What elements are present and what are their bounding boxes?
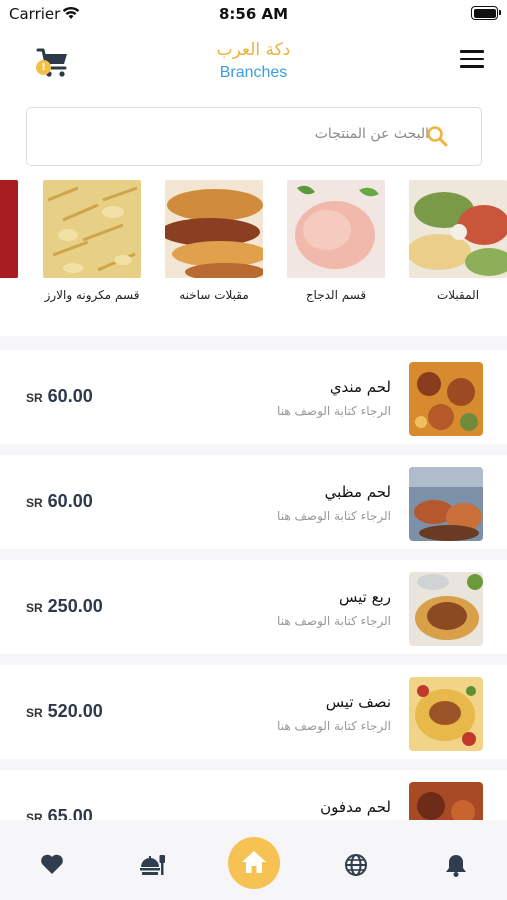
search-section — [0, 98, 507, 178]
home-icon — [242, 851, 266, 873]
category-carousel[interactable]: قسم مكرونه والارز مقبلات ساخنه قسم الدجا — [0, 178, 507, 336]
product-name: ربع تيس — [339, 588, 391, 606]
heart-icon[interactable] — [40, 853, 64, 879]
category-label: قسم مكرونه والارز — [44, 288, 140, 302]
product-name: لحم مندي — [329, 378, 391, 396]
search-input[interactable] — [89, 126, 429, 142]
product-description: الرجاء كتابة الوصف هنا — [277, 719, 391, 733]
product-price: SR 250.00 — [26, 596, 103, 617]
currency-label: SR — [26, 496, 43, 510]
sandwich-image — [165, 180, 263, 278]
status-bar: Carrier 8:56 AM — [0, 0, 507, 28]
product-row[interactable]: SR 60.00 لحم مندي الرجاء كتابة الوصف هنا — [0, 350, 507, 444]
branches-link[interactable]: Branches — [0, 64, 507, 82]
product-row[interactable]: SR 520.00 نصف تيس الرجاء كتابة الوصف هنا — [0, 665, 507, 759]
product-name: لحم مدفون — [320, 798, 391, 816]
currency-label: SR — [26, 706, 43, 720]
search-icon — [426, 125, 448, 151]
app-title: دكة العرب — [216, 40, 291, 60]
category-label: المقبلات — [436, 288, 480, 302]
salad-image — [409, 180, 507, 278]
category-image — [0, 180, 18, 278]
price-value: 250.00 — [47, 596, 103, 616]
food-icon[interactable] — [139, 853, 165, 881]
product-description: الرجاء كتابة الوصف هنا — [277, 614, 391, 628]
product-image — [409, 362, 483, 436]
battery-icon — [471, 6, 501, 20]
pasta-image — [43, 180, 141, 278]
category-partial[interactable] — [0, 180, 18, 278]
product-name: لحم مظبي — [324, 483, 391, 501]
product-image — [409, 677, 483, 751]
bottom-tab-bar — [0, 820, 507, 900]
hamburger-menu-icon[interactable] — [460, 50, 484, 68]
product-price: SR 60.00 — [26, 386, 93, 407]
product-row[interactable]: SR 60.00 لحم مظبي الرجاء كتابة الوصف هنا — [0, 455, 507, 549]
status-time: 8:56 AM — [218, 5, 289, 23]
price-value: 520.00 — [47, 701, 103, 721]
category-item-hot-appetizers[interactable]: مقبلات ساخنه — [165, 180, 263, 302]
category-item-chicken[interactable]: قسم الدجاج — [287, 180, 385, 302]
product-price: SR 60.00 — [26, 491, 93, 512]
price-value: 60.00 — [47, 386, 93, 406]
category-item-pasta[interactable]: قسم مكرونه والارز — [43, 180, 141, 302]
price-value: 60.00 — [47, 491, 93, 511]
product-description: الرجاء كتابة الوصف هنا — [277, 509, 391, 523]
currency-label: SR — [26, 391, 43, 405]
category-item-appetizers[interactable]: المقبلات — [409, 180, 507, 302]
category-label: قسم الدجاج — [305, 288, 367, 302]
globe-icon[interactable] — [344, 853, 368, 881]
search-box[interactable] — [26, 107, 482, 166]
product-description: الرجاء كتابة الوصف هنا — [277, 404, 391, 418]
app-header: ! دكة العرب Branches — [0, 28, 507, 98]
product-row[interactable]: SR 250.00 ربع تيس الرجاء كتابة الوصف هنا — [0, 560, 507, 654]
product-name: نصف تيس — [325, 693, 391, 711]
product-image — [409, 467, 483, 541]
bell-icon[interactable] — [445, 853, 467, 881]
product-price: SR 520.00 — [26, 701, 103, 722]
category-label: مقبلات ساخنه — [179, 288, 249, 302]
chicken-image — [287, 180, 385, 278]
product-image — [409, 572, 483, 646]
currency-label: SR — [26, 601, 43, 615]
home-button[interactable] — [228, 837, 280, 889]
